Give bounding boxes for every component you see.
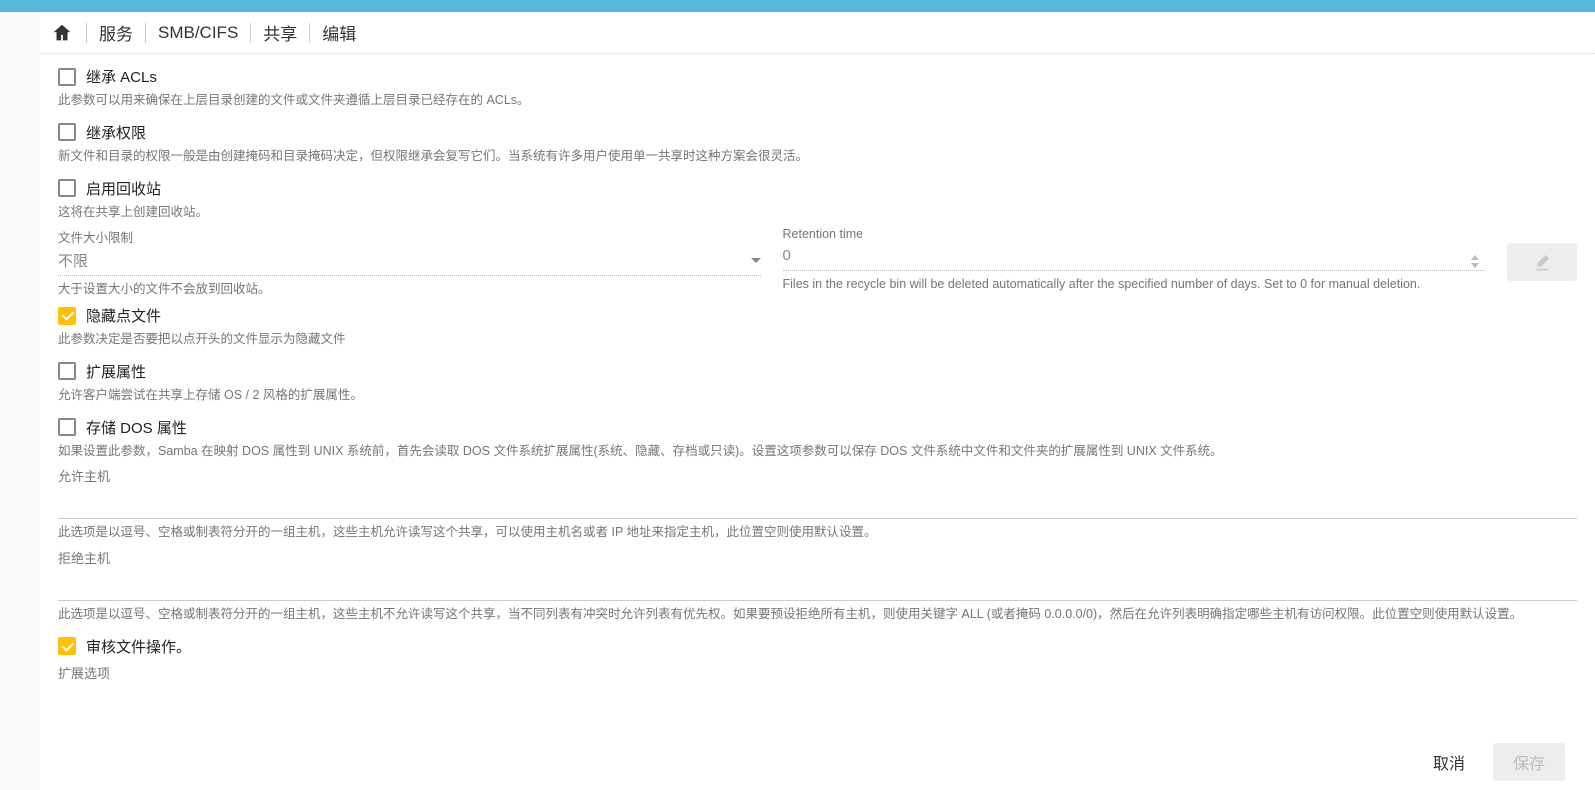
breadcrumb-item-services[interactable]: 服务 bbox=[99, 20, 133, 45]
breadcrumb-item-smb[interactable]: SMB/CIFS bbox=[158, 23, 238, 43]
label-inherit-acls: 继承 ACLs bbox=[86, 66, 157, 87]
field-audit: 审核文件操作。 bbox=[58, 630, 1577, 657]
hint-recycle-bin: 这将在共享上创建回收站。 bbox=[58, 203, 1577, 222]
checkbox-store-dos[interactable] bbox=[58, 418, 76, 436]
hint-inherit-acls: 此参数可以用来确保在上层目录创建的文件或文件夹遵循上层目录已经存在的 ACLs。 bbox=[58, 91, 1577, 110]
label-hide-dotfiles: 隐藏点文件 bbox=[86, 305, 161, 326]
field-recycle-bin: 启用回收站 这将在共享上创建回收站。 bbox=[58, 172, 1577, 222]
field-extended-attrs: 扩展属性 允许客户端尝试在共享上存储 OS / 2 风格的扩展属性。 bbox=[58, 355, 1577, 405]
field-inherit-acls: 继承 ACLs 此参数可以用来确保在上层目录创建的文件或文件夹遵循上层目录已经存… bbox=[58, 60, 1577, 110]
form-area: 继承 ACLs 此参数可以用来确保在上层目录创建的文件或文件夹遵循上层目录已经存… bbox=[40, 54, 1595, 734]
select-file-size-limit[interactable]: 不限 bbox=[58, 246, 761, 276]
chevron-down-icon bbox=[751, 258, 761, 263]
erase-button[interactable] bbox=[1507, 243, 1577, 281]
label-store-dos: 存储 DOS 属性 bbox=[86, 417, 187, 438]
hint-file-size-limit: 大于设置大小的文件不会放到回收站。 bbox=[58, 280, 761, 299]
footer-actions: 取消 保存 bbox=[40, 734, 1595, 790]
label-hosts-allow: 允许主机 bbox=[58, 466, 1577, 485]
row-recycle-settings: 文件大小限制 不限 大于设置大小的文件不会放到回收站。 Retention ti… bbox=[58, 227, 1577, 299]
input-retention-time[interactable] bbox=[783, 247, 1486, 264]
hint-hosts-allow: 此选项是以逗号、空格或制表符分开的一组主机，这些主机允许读写这个共享，可以使用主… bbox=[58, 523, 1577, 542]
checkbox-inherit-perms[interactable] bbox=[58, 123, 76, 141]
hint-retention-time: Files in the recycle bin will be deleted… bbox=[783, 275, 1486, 294]
home-icon[interactable] bbox=[50, 21, 74, 45]
field-file-size-limit: 文件大小限制 不限 大于设置大小的文件不会放到回收站。 bbox=[58, 227, 761, 299]
field-retention-time: Retention time Files in the recycle bin … bbox=[783, 227, 1486, 294]
label-hosts-deny: 拒绝主机 bbox=[58, 548, 1577, 567]
cancel-button[interactable]: 取消 bbox=[1427, 744, 1471, 780]
top-accent-bar bbox=[0, 0, 1595, 12]
stepper-up-icon[interactable] bbox=[1471, 255, 1479, 260]
hint-extended-attrs: 允许客户端尝试在共享上存储 OS / 2 风格的扩展属性。 bbox=[58, 386, 1577, 405]
textarea-advanced-options[interactable] bbox=[58, 686, 1577, 734]
input-line-retention bbox=[783, 241, 1486, 271]
hint-store-dos: 如果设置此参数，Samba 在映射 DOS 属性到 UNIX 系统前，首先会读取… bbox=[58, 442, 1577, 461]
value-file-size-limit: 不限 bbox=[58, 250, 88, 271]
left-gutter bbox=[0, 12, 40, 790]
field-inherit-perms: 继承权限 新文件和目录的权限一般是由创建掩码和目录掩码决定，但权限继承会复写它们… bbox=[58, 116, 1577, 166]
breadcrumb-item-share[interactable]: 共享 bbox=[263, 20, 297, 45]
field-hosts-allow: 允许主机 此选项是以逗号、空格或制表符分开的一组主机，这些主机允许读写这个共享，… bbox=[58, 466, 1577, 542]
breadcrumb-separator bbox=[86, 23, 87, 43]
hint-hide-dotfiles: 此参数决定是否要把以点开头的文件显示为隐藏文件 bbox=[58, 330, 1577, 349]
checkbox-hide-dotfiles[interactable] bbox=[58, 307, 76, 325]
checkbox-extended-attrs[interactable] bbox=[58, 362, 76, 380]
breadcrumb-separator bbox=[145, 23, 146, 43]
stepper-retention[interactable] bbox=[1465, 249, 1485, 273]
col-erase bbox=[1507, 227, 1577, 281]
label-retention-time: Retention time bbox=[783, 227, 1486, 241]
label-advanced-options: 扩展选项 bbox=[58, 663, 1577, 682]
breadcrumb-separator bbox=[309, 23, 310, 43]
field-hosts-deny: 拒绝主机 此选项是以逗号、空格或制表符分开的一组主机，这些主机不允许读写这个共享… bbox=[58, 548, 1577, 624]
input-hosts-allow[interactable] bbox=[58, 487, 1577, 519]
field-store-dos: 存储 DOS 属性 如果设置此参数，Samba 在映射 DOS 属性到 UNIX… bbox=[58, 411, 1577, 461]
stepper-down-icon[interactable] bbox=[1471, 263, 1479, 268]
input-hosts-deny[interactable] bbox=[58, 569, 1577, 601]
hint-hosts-deny: 此选项是以逗号、空格或制表符分开的一组主机，这些主机不允许读写这个共享，当不同列… bbox=[58, 605, 1577, 624]
save-button[interactable]: 保存 bbox=[1493, 743, 1565, 781]
label-recycle-bin: 启用回收站 bbox=[86, 178, 161, 199]
label-inherit-perms: 继承权限 bbox=[86, 122, 146, 143]
hint-inherit-perms: 新文件和目录的权限一般是由创建掩码和目录掩码决定，但权限继承会复写它们。当系统有… bbox=[58, 147, 1577, 166]
breadcrumb: 服务 SMB/CIFS 共享 编辑 bbox=[40, 12, 1595, 54]
breadcrumb-item-edit[interactable]: 编辑 bbox=[322, 20, 356, 45]
breadcrumb-separator bbox=[250, 23, 251, 43]
field-hide-dotfiles: 隐藏点文件 此参数决定是否要把以点开头的文件显示为隐藏文件 bbox=[58, 299, 1577, 349]
checkbox-recycle-bin[interactable] bbox=[58, 179, 76, 197]
label-audit: 审核文件操作。 bbox=[86, 636, 191, 657]
label-file-size-limit: 文件大小限制 bbox=[58, 227, 761, 246]
checkbox-audit[interactable] bbox=[58, 637, 76, 655]
field-advanced-options: 扩展选项 详情请看 手册。 bbox=[58, 663, 1577, 734]
content-wrap: 服务 SMB/CIFS 共享 编辑 继承 ACLs 此参数可以用来确保在上层目录… bbox=[40, 12, 1595, 790]
label-extended-attrs: 扩展属性 bbox=[86, 361, 146, 382]
checkbox-inherit-acls[interactable] bbox=[58, 68, 76, 86]
